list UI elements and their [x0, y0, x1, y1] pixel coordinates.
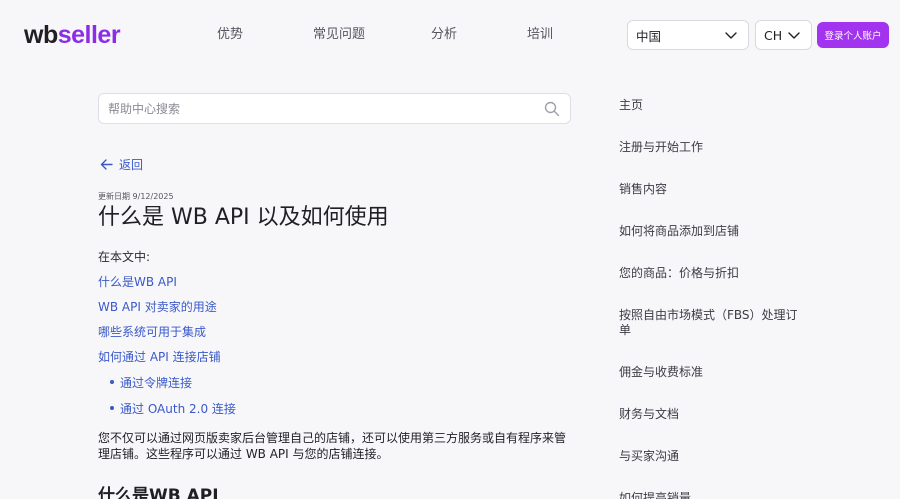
- page-title: 什么是 WB API 以及如何使用: [98, 205, 389, 230]
- bullet-dot: [110, 406, 114, 410]
- sidebar-item-commissions[interactable]: 佣金与收费标准: [619, 365, 804, 380]
- sidebar-item-fbs-orders[interactable]: 按照自由市场模式（FBS）处理订单: [619, 308, 804, 338]
- sidebar-item-buyer-communication[interactable]: 与买家沟通: [619, 449, 804, 464]
- nav-analytics[interactable]: 分析: [431, 26, 457, 44]
- site-header: wbseller 优势 常见问题 分析 培训 中国 CH 登录个人账户: [0, 0, 900, 70]
- sidebar-item-registration[interactable]: 注册与开始工作: [619, 140, 804, 155]
- country-select[interactable]: 中国: [627, 20, 749, 50]
- toc-link-oauth[interactable]: 通过 OAuth 2.0 连接: [120, 400, 236, 417]
- sidebar-item-finance-docs[interactable]: 财务与文档: [619, 407, 804, 422]
- nav-faq[interactable]: 常见问题: [313, 26, 365, 44]
- toc-link-what-is-api[interactable]: 什么是WB API: [98, 273, 177, 290]
- toc-link-connect-store[interactable]: 如何通过 API 连接店铺: [98, 348, 221, 365]
- nav-training[interactable]: 培训: [527, 26, 553, 44]
- login-button[interactable]: 登录个人账户: [817, 22, 889, 48]
- toc-link-integration-systems[interactable]: 哪些系统可用于集成: [98, 323, 206, 340]
- section-title: 什么是WB API: [98, 486, 219, 499]
- sidebar-item-add-products[interactable]: 如何将商品添加到店铺: [619, 224, 804, 239]
- wbseller-logo[interactable]: wbseller: [24, 21, 121, 49]
- search-icon[interactable]: [544, 101, 560, 117]
- updated-date: 更新日期 9/12/2025: [98, 192, 174, 201]
- logo-seller: seller: [57, 21, 121, 49]
- sidebar-item-sales-content[interactable]: 销售内容: [619, 182, 804, 197]
- arrow-left-icon: [100, 159, 113, 170]
- chevron-down-icon: [788, 32, 800, 39]
- logo-wb: wb: [24, 21, 58, 49]
- toc-label: 在本文中:: [98, 250, 151, 264]
- sidebar-item-increase-sales[interactable]: 如何提高销量: [619, 491, 804, 499]
- bullet-dot: [110, 380, 114, 384]
- back-link[interactable]: 返回: [100, 156, 143, 173]
- language-value: CH: [764, 27, 783, 43]
- toc-link-token[interactable]: 通过令牌连接: [120, 374, 192, 391]
- nav-advantages[interactable]: 优势: [217, 26, 243, 44]
- help-search: [98, 93, 571, 124]
- sidebar-item-home[interactable]: 主页: [619, 98, 804, 113]
- back-label: 返回: [119, 158, 144, 172]
- toc-link-api-uses[interactable]: WB API 对卖家的用途: [98, 298, 217, 315]
- country-value: 中国: [636, 28, 662, 44]
- language-select[interactable]: CH: [755, 20, 812, 50]
- sidebar-item-prices-discounts[interactable]: 您的商品：价格与折扣: [619, 266, 804, 281]
- intro-paragraph: 您不仅可以通过网页版卖家后台管理自己的店铺，还可以使用第三方服务或自有程序来管理…: [98, 431, 567, 461]
- search-input[interactable]: [108, 100, 528, 118]
- chevron-down-icon: [725, 32, 737, 39]
